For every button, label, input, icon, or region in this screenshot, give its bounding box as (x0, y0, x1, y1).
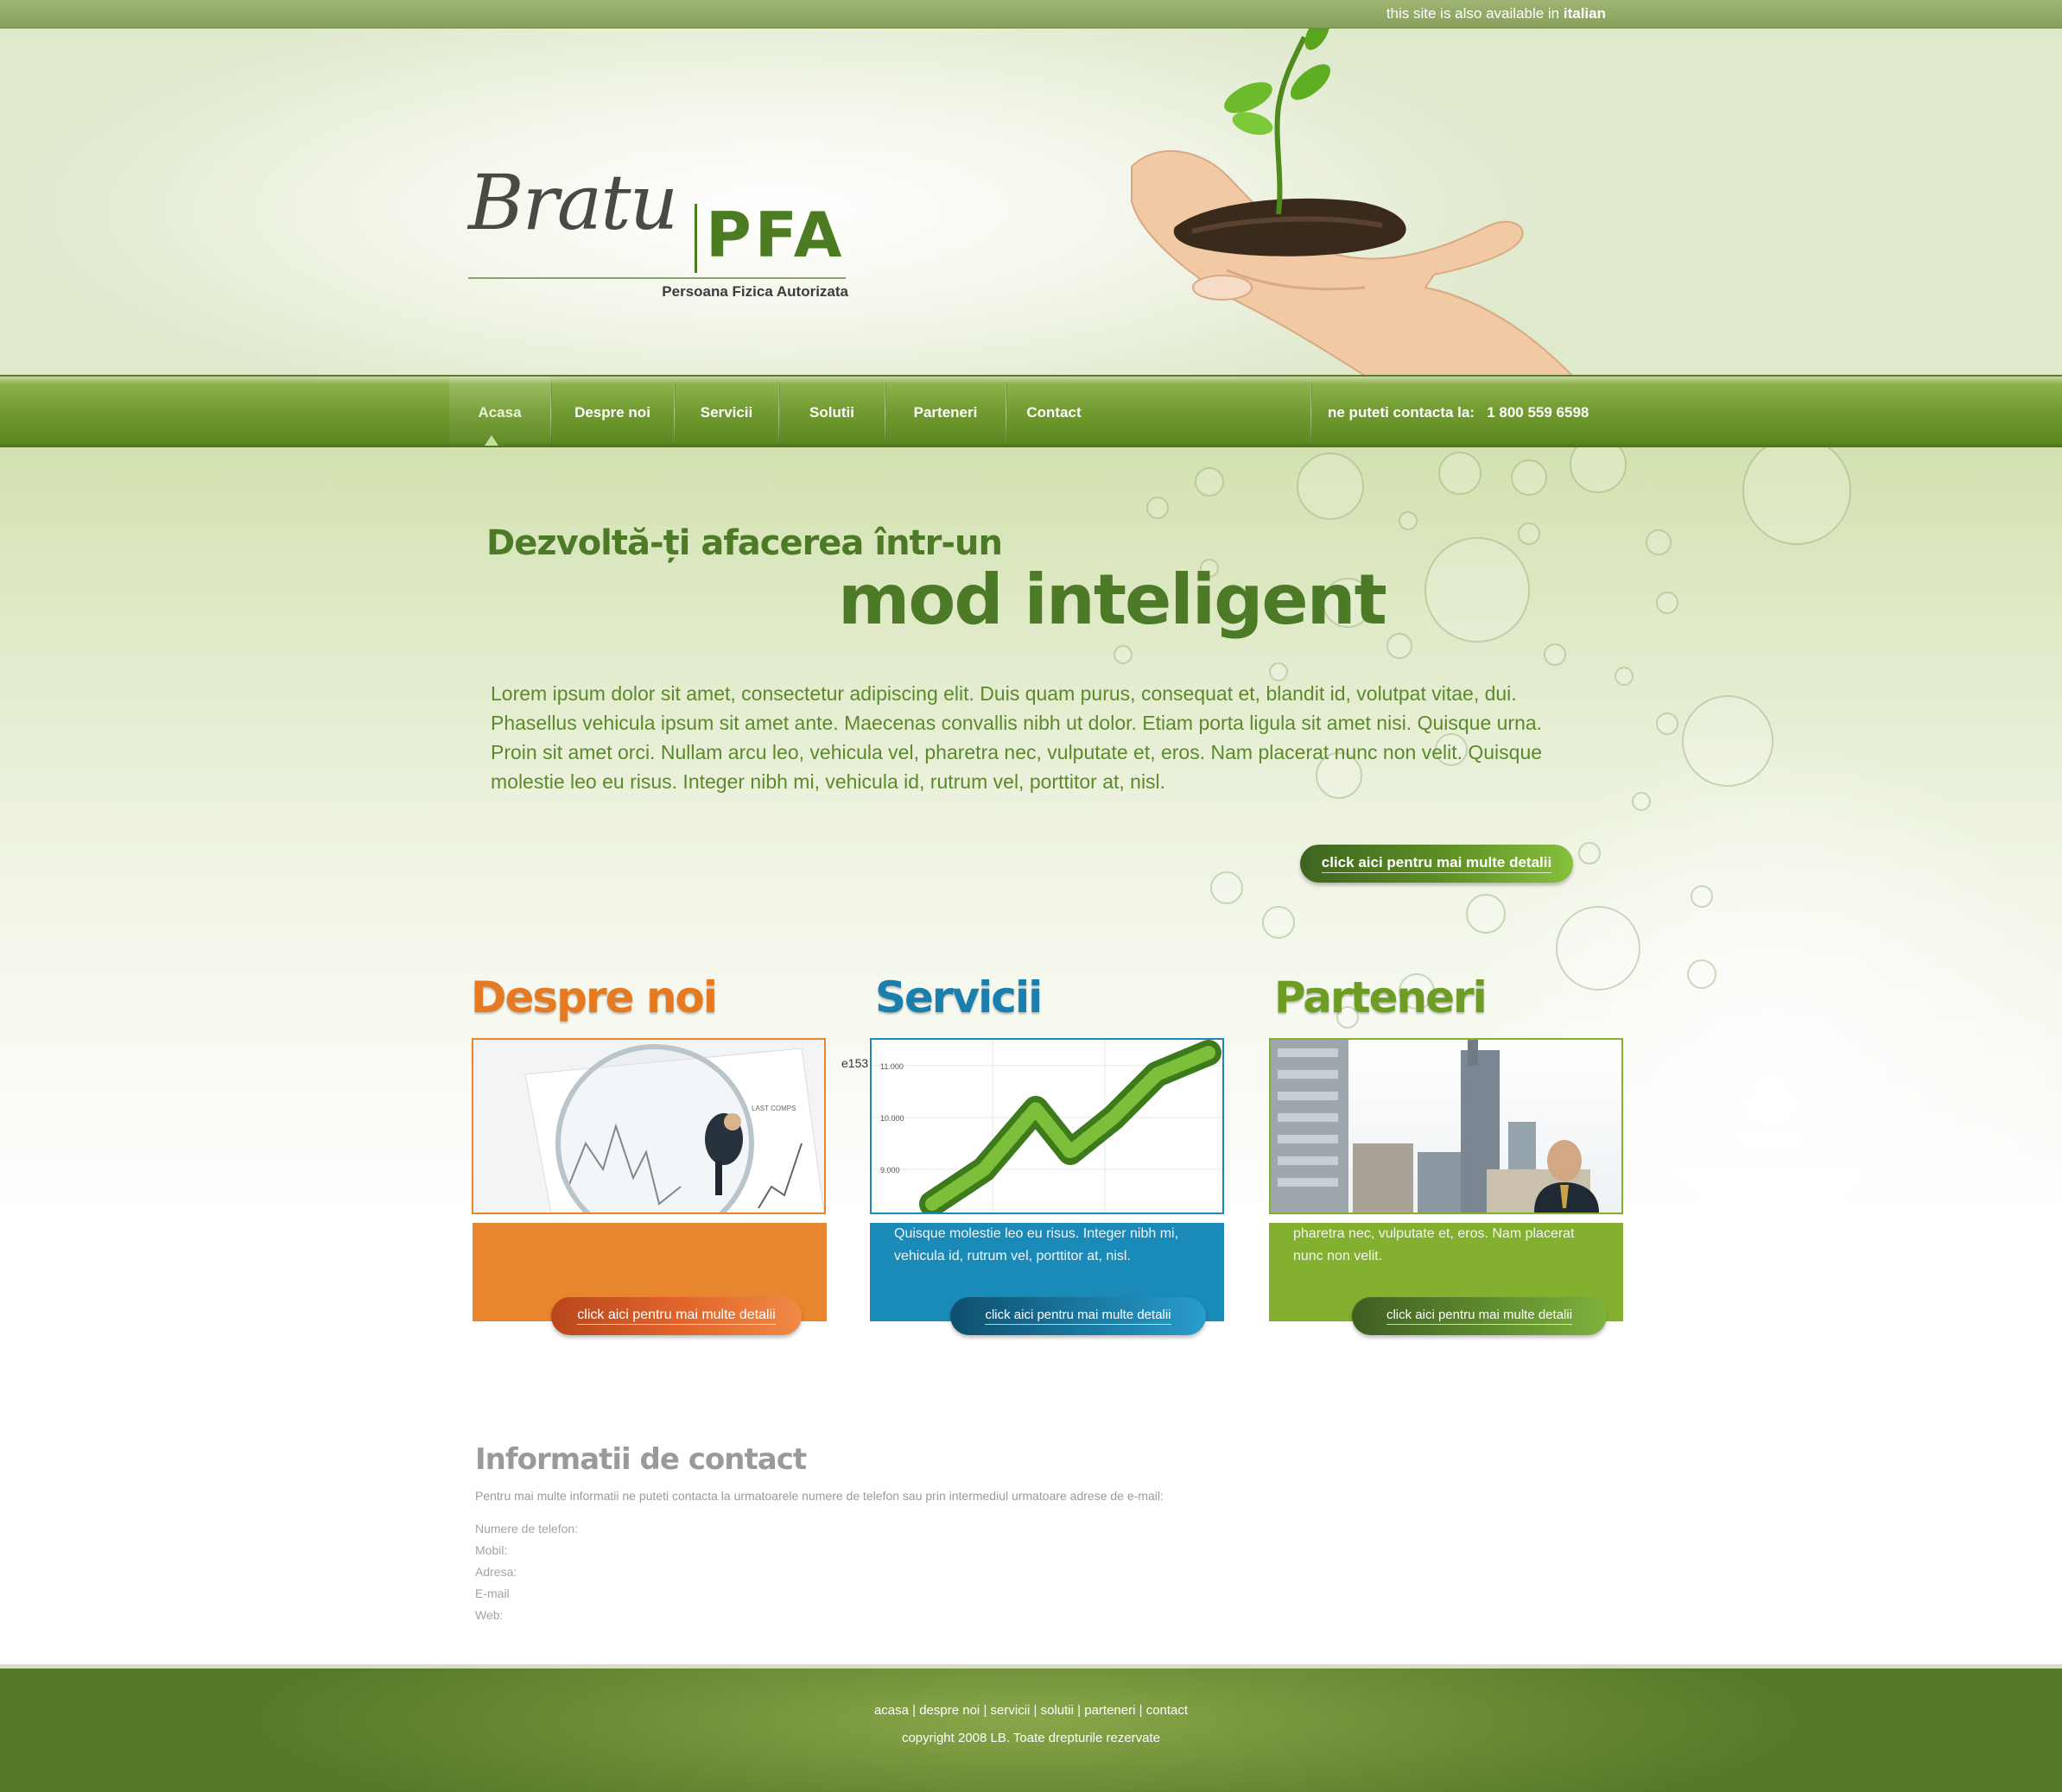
nav-phone-contact: ne puteti contacta la: 1 800 559 6598 (1328, 377, 1589, 449)
hero-headline-small: Dezvoltă-ți afacerea într-un (486, 523, 1003, 563)
footer-link-despre-noi[interactable]: despre noi (919, 1703, 980, 1718)
contact-field-phone: Numere de telefon: (475, 1522, 579, 1536)
footer-link-parteneri[interactable]: parteneri (1084, 1703, 1135, 1718)
parteneri-text: pharetra nec, vulputate et, eros. Nam pl… (1293, 1226, 1575, 1263)
section-title-parteneri[interactable]: Parteneri (1274, 972, 1488, 1023)
footer-copyright: copyright 2008 LB. Toate drepturile reze… (901, 1731, 1161, 1745)
section-title-despre-noi[interactable]: Despre noi (471, 972, 718, 1023)
nav-item-servicii[interactable]: Servicii (675, 377, 778, 449)
footer-link-acasa[interactable]: acasa (874, 1703, 909, 1718)
header-banner: Bratu PFA Persoana Fizica Autorizata (0, 28, 2062, 376)
language-notice-text: this site is also available in (1386, 5, 1560, 22)
parteneri-details-button-label: click aici pentru mai multe detalii (1386, 1308, 1573, 1325)
chart-tick-label: 11.000 (880, 1062, 904, 1071)
nav-item-contact[interactable]: Contact (1006, 377, 1101, 449)
despre-noi-magnifier-image[interactable]: LAST COMPS (472, 1038, 826, 1214)
servicii-text: Quisque molestie leo eu risus. Integer n… (894, 1226, 1179, 1263)
nav-item-despre-noi[interactable]: Despre noi (551, 377, 674, 449)
language-notice: this site is also available in italian (1386, 5, 1606, 22)
nav-item-solutii[interactable]: Solutii (779, 377, 885, 449)
nav-active-pointer-icon (485, 435, 498, 446)
top-strip: this site is also available in italian (0, 0, 2062, 28)
main-navigation: Acasa Despre noi Servicii Solutii Parten… (0, 375, 2062, 449)
nav-item-acasa[interactable]: Acasa (449, 377, 550, 449)
contact-info-section: Informatii de contact Pentru mai multe i… (475, 1442, 1164, 1626)
hand-with-seedling-image (1131, 28, 1574, 376)
contact-field-address: Adresa: (475, 1565, 517, 1579)
parteneri-details-button[interactable]: click aici pentru mai multe detalii (1352, 1297, 1607, 1335)
nav-divider (1310, 383, 1312, 444)
hero-details-button[interactable]: click aici pentru mai multe detalii (1300, 845, 1573, 883)
logo-script-text: Bratu (468, 158, 678, 247)
magnifier-label: LAST COMPS (752, 1105, 796, 1112)
contact-title: Informatii de contact (475, 1442, 807, 1477)
footer: acasa | despre noi | servicii | solutii … (0, 1664, 2062, 1792)
hero-section: Dezvoltă-ți afacerea într-un mod intelig… (0, 447, 2062, 1335)
section-title-servicii[interactable]: Servicii (875, 972, 1043, 1023)
contact-field-web: Web: (475, 1608, 504, 1622)
contact-description: Pentru mai multe informatii ne puteti co… (475, 1489, 1164, 1503)
nav-phone-label: ne puteti contacta la: (1328, 404, 1475, 421)
hero-headline-large: mod inteligent (838, 560, 1387, 640)
chart-tick-label: 10.000 (880, 1114, 904, 1123)
footer-link-contact[interactable]: contact (1146, 1703, 1188, 1718)
despre-noi-details-button-label: click aici pentru mai multe detalii (577, 1308, 776, 1325)
site-logo[interactable]: Bratu PFA Persoana Fizica Autorizata (468, 158, 848, 301)
logo-divider (695, 204, 697, 273)
contact-field-mobile: Mobil: (475, 1543, 508, 1557)
italian-language-link[interactable]: italian (1564, 5, 1606, 22)
stray-chart-label: e153 (841, 1056, 869, 1070)
footer-links: acasa | despre noi | servicii | solutii … (873, 1703, 1189, 1718)
footer-link-solutii[interactable]: solutii (1041, 1703, 1074, 1718)
logo-subtitle: Persoana Fizica Autorizata (662, 283, 848, 300)
parteneri-city-businessman-image[interactable] (1269, 1038, 1623, 1214)
logo-mark: PFA (706, 199, 846, 271)
nav-phone-number: 1 800 559 6598 (1487, 404, 1589, 421)
nav-item-parteneri[interactable]: Parteneri (885, 377, 1006, 449)
logo-underline (468, 277, 846, 279)
servicii-details-button-label: click aici pentru mai multe detalii (985, 1308, 1171, 1325)
servicii-grass-chart-image[interactable]: 11.000 10.000 9.000 (870, 1038, 1224, 1214)
footer-link-servicii[interactable]: servicii (991, 1703, 1031, 1718)
hero-details-button-label: click aici pentru mai multe detalii (1321, 854, 1552, 873)
servicii-details-button[interactable]: click aici pentru mai multe detalii (950, 1297, 1206, 1335)
contact-field-email: E-mail (475, 1586, 510, 1600)
hero-body-text: Lorem ipsum dolor sit amet, consectetur … (491, 682, 1543, 793)
despre-noi-details-button[interactable]: click aici pentru mai multe detalii (551, 1297, 802, 1335)
chart-tick-label: 9.000 (880, 1166, 900, 1175)
